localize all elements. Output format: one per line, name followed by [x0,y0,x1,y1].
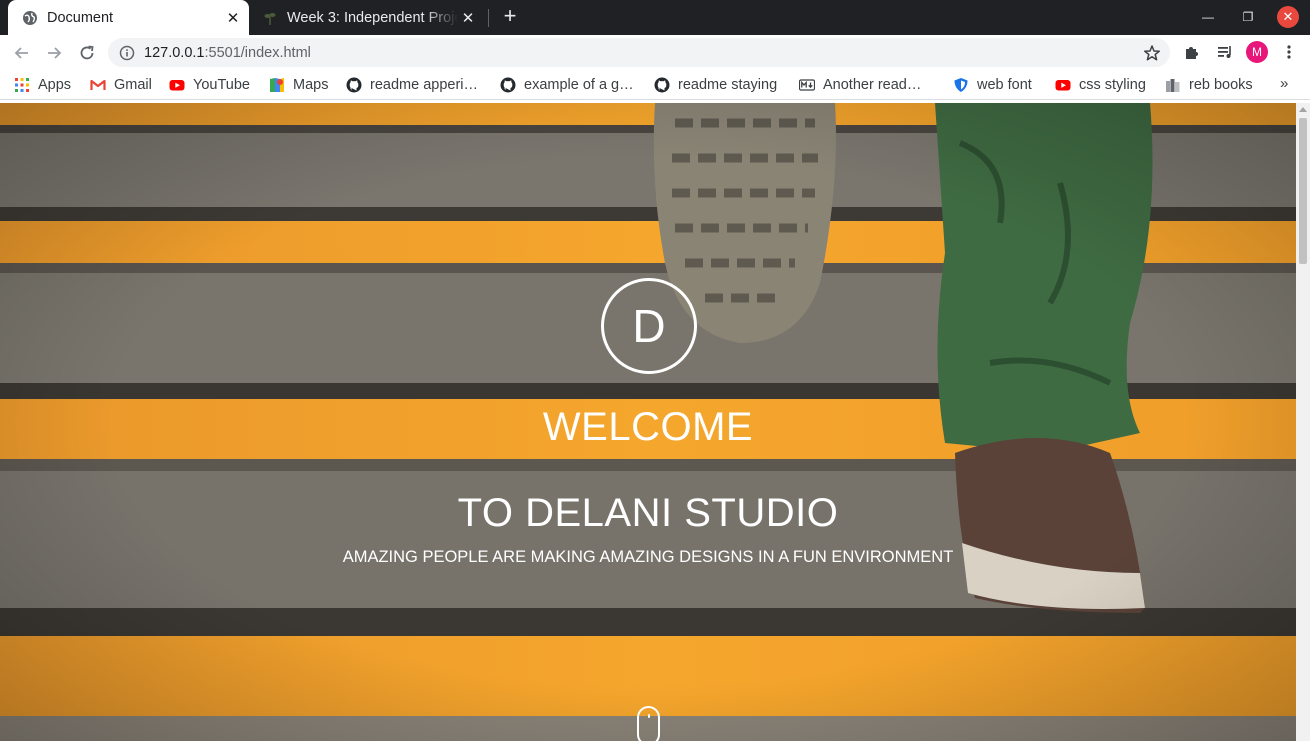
bookmark-label: readme staying [678,77,778,93]
browser-toolbar: 127.0.0.1:5501/index.html M [0,35,1310,70]
hero-section: D WELCOME TO DELANI STUDIO AMAZING PEOPL… [0,103,1296,741]
bookmark-readme-staying[interactable]: readme staying [654,74,777,96]
back-button[interactable] [9,40,35,66]
scrollbar-thumb[interactable] [1299,118,1307,264]
bookmark-label: readme apperi… [370,77,478,93]
bookmarks-overflow-button[interactable]: » [1280,75,1288,92]
bookmark-label: web font [977,77,1032,93]
maximize-button[interactable]: ❐ [1237,6,1259,28]
forward-button[interactable] [41,40,67,66]
tab-separator [488,9,489,27]
bookmark-label: YouTube [193,77,250,93]
bookmark-label: Gmail [114,77,152,93]
hero-studio-heading: TO DELANI STUDIO [457,491,839,535]
new-tab-button[interactable]: + [498,5,522,29]
scroll-up-arrow-icon[interactable] [1299,107,1307,112]
profile-avatar[interactable]: M [1246,41,1268,63]
bookmarks-bar: Apps Gmail YouTube Maps readme apperi… e… [0,70,1310,100]
bookmark-maps[interactable]: Maps [269,74,328,96]
reload-button[interactable] [74,40,100,66]
tab-document[interactable]: Document ✕ [8,0,249,35]
bookmark-youtube[interactable]: YouTube [169,74,250,96]
url-path: :5501/index.html [204,44,311,61]
plant-icon [262,10,278,26]
url-host: 127.0.0.1 [144,44,205,61]
media-controls-icon[interactable] [1214,41,1236,63]
arrow-right-icon [48,47,62,59]
bookmark-gmail[interactable]: Gmail [90,74,152,96]
hero-tagline: AMAZING PEOPLE ARE MAKING AMAZING DESIGN… [342,548,954,566]
url-text: 127.0.0.1:5501/index.html [144,45,311,61]
minimize-button[interactable]: — [1197,6,1219,28]
bookmark-label: Another read… [823,77,922,93]
bookmark-readme-apperi[interactable]: readme apperi… [346,74,478,96]
tab-title: Week 3: Independent Project [287,9,458,26]
bookmark-label: Maps [293,77,329,93]
extensions-puzzle-icon[interactable] [1181,41,1203,63]
globe-icon [22,10,38,26]
browser-titlebar: Document ✕ Week 3: Independent Project ✕… [0,0,1310,35]
more-menu-icon[interactable] [1278,41,1300,63]
youtube-icon [1055,77,1071,93]
gmail-icon [90,77,106,93]
maps-icon [269,77,285,93]
tab-close-icon[interactable]: ✕ [223,8,243,28]
tab-title: Document [47,9,114,26]
bookmark-css-styling[interactable]: css styling [1055,74,1146,96]
site-info-icon[interactable] [119,45,135,61]
bookmark-apps[interactable]: Apps [14,74,71,96]
tab-week3[interactable]: Week 3: Independent Project ✕ [252,0,484,35]
page-viewport: D WELCOME TO DELANI STUDIO AMAZING PEOPL… [0,103,1296,741]
arrow-left-icon [14,47,28,59]
bookmark-web-font[interactable]: web font [953,74,1032,96]
mouse-wheel [647,714,650,718]
scroll-down-mouse-icon[interactable] [637,706,660,741]
page-scrollbar[interactable] [1296,103,1310,741]
bookmark-label: css styling [1079,77,1146,93]
close-window-button[interactable]: ✕ [1277,6,1299,28]
hero-welcome-heading: WELCOME [542,405,754,449]
studio-logo: D [601,278,697,374]
bookmark-example[interactable]: example of a g… [500,74,634,96]
reload-icon [80,45,94,60]
bookmark-label: Apps [38,77,72,93]
bookmark-reb-books[interactable]: reb books [1165,74,1253,96]
bookmark-label: reb books [1189,77,1253,93]
github-icon [500,77,516,93]
address-bar[interactable]: 127.0.0.1:5501/index.html [108,38,1170,67]
github-icon [654,77,670,93]
shield-icon [953,77,969,93]
apps-grid-icon [14,77,30,93]
bookmark-label: example of a g… [524,77,634,93]
books-icon [1165,77,1181,93]
bookmark-star-icon[interactable] [1142,43,1162,63]
markdown-icon [799,77,815,93]
bookmark-another-readme[interactable]: Another read… [799,74,921,96]
tab-close-icon[interactable]: ✕ [458,8,478,28]
github-icon [346,77,362,93]
youtube-icon [169,77,185,93]
